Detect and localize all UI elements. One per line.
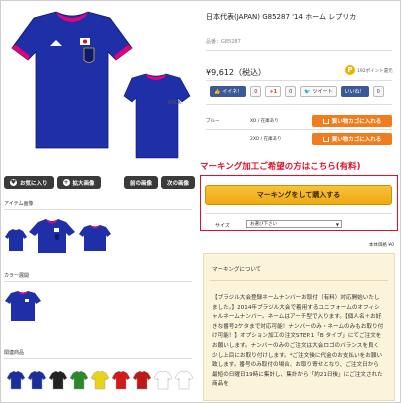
- add-to-cart-button[interactable]: 買い物カゴに入れる: [312, 115, 392, 127]
- divider: [4, 209, 192, 210]
- related-product-thumb[interactable]: [174, 370, 194, 390]
- stock-color-label: ブルー: [206, 119, 220, 124]
- product-code: 品番：G85287: [206, 39, 241, 45]
- stock-size-label: 2XO / 在庫あり: [250, 137, 282, 142]
- next-image-label: 次の画像: [167, 180, 190, 187]
- gplus-label: +1: [269, 88, 278, 95]
- related-product-thumb[interactable]: [6, 370, 26, 390]
- facebook-like-label: イイネ！: [222, 89, 243, 95]
- stock-size-label: XO / 在庫あり: [250, 119, 279, 124]
- tweet-label: ツイート: [312, 89, 333, 95]
- related-product-thumb[interactable]: [48, 370, 68, 390]
- related-product-thumb[interactable]: [153, 370, 173, 390]
- add-to-cart-label: 買い物カゴに入れる: [331, 119, 382, 125]
- related-product-thumb[interactable]: [69, 370, 89, 390]
- buy-with-marking-button[interactable]: マーキングをして購入する: [205, 185, 392, 205]
- color-variation-blue[interactable]: [4, 290, 42, 322]
- stock-row-1: ブルー XO / 在庫あり 買い物カゴに入れる: [206, 115, 392, 127]
- size-label: サイズ: [215, 223, 230, 229]
- divider: [4, 281, 192, 282]
- related-product-thumb[interactable]: [27, 370, 47, 390]
- marking-description-text: 【ブラジル大会登録ネームナンバーお取付（有料）対応開始いたしました。】2014年…: [212, 295, 384, 388]
- chevron-down-icon: ▼: [335, 222, 339, 227]
- back-label: BACK: [168, 100, 182, 106]
- jersey-front: [11, 11, 133, 149]
- divider: [206, 129, 392, 130]
- zoom-label: 拡大画像: [72, 180, 95, 187]
- plus-icon: +: [62, 179, 70, 186]
- favorite-label: お気に入り: [20, 180, 48, 187]
- image-nav-bar: 前の画像 次の画像: [124, 176, 196, 189]
- size-select[interactable]: お選び下さい ▼: [246, 220, 342, 228]
- product-title: 日本代表(JAPAN) G85287 '14 ホーム レプリカ: [206, 13, 357, 21]
- points-text: 192ポイント還元: [357, 69, 393, 74]
- cart-icon: [322, 118, 329, 124]
- related-product-thumb[interactable]: [132, 370, 152, 390]
- product-price: ¥9,612（税込）: [206, 68, 266, 77]
- divider: [205, 213, 392, 214]
- mixi-like-label: いいね！: [344, 89, 365, 95]
- divider: [4, 358, 192, 359]
- stock-row-2: 2XO / 在庫あり 買い物カゴに入れる: [206, 133, 392, 145]
- size-select-value: お選び下さい: [250, 222, 277, 227]
- favorite-button[interactable]: ♥ お気に入り: [4, 176, 54, 189]
- prev-image-button[interactable]: 前の画像: [124, 176, 159, 189]
- add-to-cart-button[interactable]: 買い物カゴに入れる: [312, 133, 392, 145]
- divider: [206, 50, 392, 51]
- main-product-image[interactable]: [4, 8, 192, 160]
- zoom-button[interactable]: + 拡大画像: [56, 176, 101, 189]
- prev-image-label: 前の画像: [130, 180, 153, 187]
- heart-icon: ♥: [10, 179, 17, 186]
- points-coin-icon: P: [345, 65, 355, 75]
- marking-heading: マーキング加工ご希望の方はこちら(有料): [200, 162, 361, 172]
- next-image-button[interactable]: 次の画像: [161, 176, 196, 189]
- related-product-thumb[interactable]: [90, 370, 110, 390]
- twitter-bird-icon: 🐦: [304, 88, 311, 95]
- thumb-icon: 👍: [214, 88, 221, 95]
- item-thumb-2[interactable]: [28, 218, 76, 254]
- item-images-heading: アイテム画像: [4, 201, 34, 207]
- facebook-count-value: 0: [254, 88, 258, 95]
- add-to-cart-label: 買い物カゴに入れる: [331, 137, 382, 143]
- divider: [210, 280, 388, 281]
- jersey-back: [123, 73, 191, 159]
- item-thumb-3[interactable]: [78, 224, 112, 252]
- related-product-thumb[interactable]: [111, 370, 131, 390]
- item-thumb-1[interactable]: [4, 228, 28, 252]
- mixi-like-count: 0: [372, 86, 384, 97]
- tweet-button[interactable]: 🐦 ツイート: [300, 86, 337, 97]
- divider: [206, 80, 392, 81]
- gplus-count-value: 0: [289, 88, 293, 95]
- color-variations-heading: カラー展開: [4, 273, 30, 279]
- mixi-count-value: 0: [376, 88, 380, 95]
- gplus-count: 0: [285, 86, 297, 97]
- related-heading: 関連商品: [4, 350, 25, 356]
- social-buttons: 👍 イイネ！ 0 +1 0 🐦 ツイート いいね！ 0: [210, 86, 384, 97]
- divider: [206, 104, 392, 105]
- cart-icon: [322, 136, 329, 142]
- gplus-button[interactable]: +1: [265, 86, 282, 97]
- facebook-like-count: 0: [250, 86, 262, 97]
- body-price: 本体価格 ¥0: [368, 243, 394, 248]
- marking-description-title: マーキングについて: [212, 267, 262, 273]
- facebook-like-button[interactable]: 👍 イイネ！: [210, 86, 247, 97]
- image-action-bar: ♥ お気に入り + 拡大画像: [4, 176, 101, 189]
- mixi-like-button[interactable]: いいね！: [340, 86, 369, 97]
